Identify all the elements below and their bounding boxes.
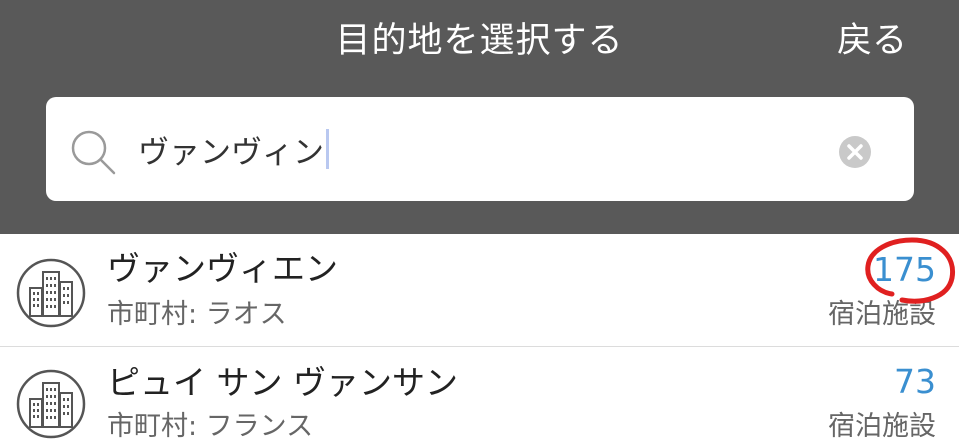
property-count-label: 宿泊施設 xyxy=(828,411,936,442)
property-count: 73 xyxy=(894,362,936,401)
clear-icon[interactable] xyxy=(838,135,872,169)
text-caret xyxy=(326,129,329,169)
city-buildings-icon xyxy=(16,258,86,328)
search-input[interactable]: ヴァンヴィン xyxy=(138,127,329,171)
property-count: 175 xyxy=(873,250,936,289)
place-name: ヴァンヴィエン xyxy=(107,249,338,288)
search-input-value: ヴァンヴィン xyxy=(138,134,324,171)
back-button[interactable]: 戻る xyxy=(837,18,907,64)
place-type-country: 市町村: ラオス xyxy=(107,299,287,330)
place-type-country: 市町村: フランス xyxy=(107,411,314,442)
page-title: 目的地を選択する xyxy=(335,21,624,61)
search-field[interactable]: ヴァンヴィン xyxy=(46,97,914,201)
search-icon xyxy=(71,130,116,175)
result-row[interactable]: ヴァンヴィエン 市町村: ラオス 175 宿泊施設 xyxy=(0,234,959,346)
property-count-label: 宿泊施設 xyxy=(828,299,936,330)
city-buildings-icon xyxy=(16,369,86,439)
place-name: ピュイ サン ヴァンサン xyxy=(107,363,458,402)
result-row[interactable]: ピュイ サン ヴァンサン 市町村: フランス 73 宿泊施設 xyxy=(0,347,959,442)
header-bar: 目的地を選択する 戻る ヴァンヴィン xyxy=(0,0,959,234)
